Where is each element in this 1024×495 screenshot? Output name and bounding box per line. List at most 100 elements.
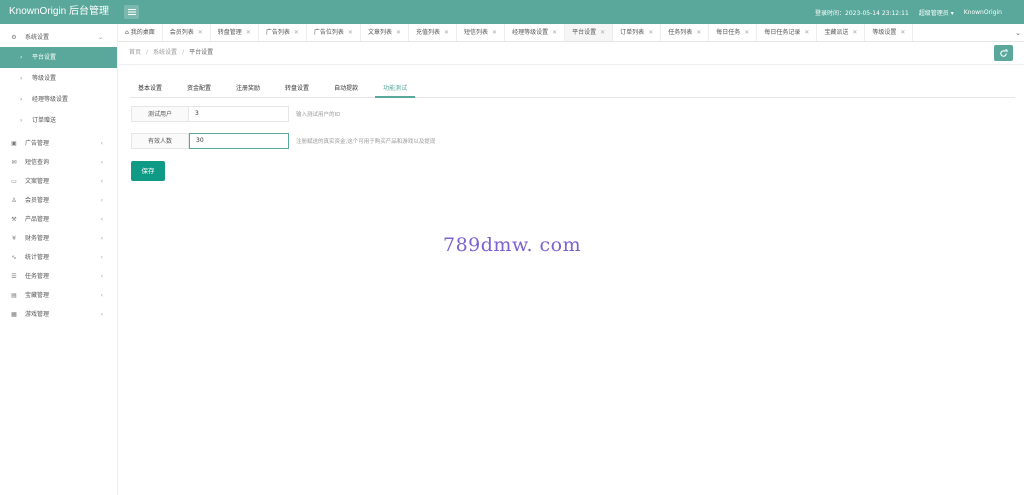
- sidebar-item-sms[interactable]: ✉ 短信查询 ‹: [0, 153, 117, 172]
- tab-item[interactable]: 等级设置 ✕: [865, 24, 914, 41]
- breadcrumb-home[interactable]: 首页: [129, 49, 141, 56]
- tab-basic[interactable]: 基本设置: [130, 79, 170, 98]
- tab-item[interactable]: 宝藏派送 ✕: [817, 24, 866, 41]
- close-icon[interactable]: ✕: [246, 29, 251, 36]
- tab-item[interactable]: 每日任务记录 ✕: [757, 24, 818, 41]
- close-icon[interactable]: ✕: [696, 29, 701, 36]
- tab-label: 任务列表: [668, 29, 693, 36]
- tab-label: 宝藏派送: [824, 29, 849, 36]
- close-icon[interactable]: ✕: [852, 29, 857, 36]
- tab-bar: ⌂ 我的桌面 会员列表 ✕ 转盘管理 ✕ 广告列表 ✕ 广告位列表 ✕ 文章列表 ✕ 充值…: [118, 24, 1024, 42]
- sidebar-item-members[interactable]: ♙ 会员管理 ‹: [0, 191, 117, 210]
- chevron-left-icon: ‹: [100, 254, 103, 261]
- sidebar-item-tasks[interactable]: ☰ 任务管理 ‹: [0, 267, 117, 286]
- tab-register-reward[interactable]: 注册奖励: [228, 79, 268, 98]
- close-icon[interactable]: ✕: [744, 29, 749, 36]
- valid-count-label: 有效人数: [131, 133, 189, 149]
- chevron-left-icon: ‹: [100, 216, 103, 223]
- tab-label: 每日任务记录: [764, 29, 801, 36]
- sidebar-subitem-label: 等级设置: [32, 75, 57, 82]
- close-icon[interactable]: ✕: [294, 29, 299, 36]
- sidebar-item-stats[interactable]: ∿ 统计管理 ‹: [0, 248, 117, 267]
- tab-item[interactable]: 经理等级设置 ✕: [505, 24, 566, 41]
- sidebar-subitem-label: 订单赠送: [32, 117, 57, 124]
- tab-item[interactable]: 会员列表 ✕: [163, 24, 211, 41]
- tab-label: 平台设置: [572, 29, 597, 36]
- sidebar-item-games[interactable]: ▦ 游戏管理 ‹: [0, 305, 117, 324]
- close-icon[interactable]: ✕: [648, 29, 653, 36]
- tab-item[interactable]: 转盘管理 ✕: [211, 24, 259, 41]
- sidebar-item-label: 广告管理: [25, 140, 50, 147]
- sidebar-item-products[interactable]: ⚒ 产品管理 ‹: [0, 210, 117, 229]
- chevron-down-icon: ⌄: [97, 34, 103, 41]
- menu-toggle-button[interactable]: [124, 5, 139, 19]
- chevron-left-icon: ‹: [100, 197, 103, 204]
- tab-item[interactable]: 充值列表 ✕: [409, 24, 458, 41]
- chevron-left-icon: ‹: [100, 159, 103, 166]
- close-icon[interactable]: ✕: [900, 29, 905, 36]
- tab-item[interactable]: 订单列表 ✕: [613, 24, 662, 41]
- image-icon: ▣: [11, 140, 17, 147]
- chest-icon: ▤: [11, 292, 17, 299]
- tab-item[interactable]: 文章列表 ✕: [361, 24, 409, 41]
- tab-desktop[interactable]: ⌂ 我的桌面: [118, 24, 163, 41]
- sidebar-item-treasure[interactable]: ▤ 宝藏管理 ‹: [0, 286, 117, 305]
- chevron-left-icon: ‹: [100, 273, 103, 280]
- tab-label: 经理等级设置: [512, 29, 549, 36]
- tab-item[interactable]: 短信列表 ✕: [457, 24, 506, 41]
- chevron-left-icon: ‹: [100, 235, 103, 242]
- tab-more-chevron-down-icon[interactable]: ⌄: [1012, 24, 1024, 41]
- user-menu[interactable]: 超级管理员 ▾: [919, 8, 954, 17]
- chevron-right-icon: ›: [20, 117, 23, 124]
- sidebar-subitem-manager-level[interactable]: › 经理等级设置: [0, 89, 117, 110]
- tab-auto-withdraw[interactable]: 自动提款: [326, 79, 366, 98]
- tab-label: 短信列表: [464, 29, 489, 36]
- sidebar-item-label: 游戏管理: [25, 311, 50, 318]
- sidebar-subitem-level[interactable]: › 等级设置: [0, 68, 117, 89]
- tab-wheel[interactable]: 转盘设置: [277, 79, 317, 98]
- close-icon[interactable]: ✕: [552, 29, 557, 36]
- home-icon: ⌂: [125, 29, 129, 36]
- tab-item[interactable]: 广告列表 ✕: [259, 24, 307, 41]
- tab-label: 充值列表: [415, 29, 440, 36]
- valid-count-input[interactable]: 30: [189, 133, 289, 149]
- tab-platform-settings[interactable]: 平台设置 ✕: [565, 24, 614, 41]
- login-time: 登录时间：2023-05-14 23:12:11: [815, 9, 909, 17]
- sidebar-item-finance[interactable]: ¥ 财务管理 ‹: [0, 229, 117, 248]
- tab-funds[interactable]: 资金配置: [179, 79, 219, 98]
- close-icon[interactable]: ✕: [198, 29, 203, 36]
- sidebar-group-system[interactable]: ⚙ 系统设置 ⌄: [0, 28, 117, 47]
- close-icon[interactable]: ✕: [396, 29, 401, 36]
- sidebar-item-ads[interactable]: ▣ 广告管理 ‹: [0, 134, 117, 153]
- yen-icon: ¥: [12, 235, 16, 242]
- tab-item[interactable]: 广告位列表 ✕: [307, 24, 361, 41]
- close-icon[interactable]: ✕: [444, 29, 449, 36]
- sidebar-item-label: 短信查询: [25, 159, 50, 166]
- brand-link[interactable]: KnownOrigin: [964, 9, 1002, 16]
- close-icon[interactable]: ✕: [804, 29, 809, 36]
- mail-icon: ✉: [11, 159, 17, 166]
- close-icon[interactable]: ✕: [348, 29, 353, 36]
- refresh-button[interactable]: [994, 45, 1013, 61]
- tab-item[interactable]: 每日任务 ✕: [709, 24, 758, 41]
- test-user-input[interactable]: 3: [189, 106, 289, 122]
- sliders-icon: ☰: [11, 273, 17, 280]
- tab-item[interactable]: 任务列表 ✕: [661, 24, 710, 41]
- sidebar-item-label: 会员管理: [25, 197, 50, 204]
- save-button[interactable]: 保存: [131, 161, 165, 181]
- tab-label: 文章列表: [367, 29, 392, 36]
- sidebar-subitem-platform[interactable]: › 平台设置: [0, 47, 117, 68]
- breadcrumb-section[interactable]: 系统设置: [153, 49, 177, 56]
- user-icon: ♙: [11, 197, 17, 204]
- tab-label: 转盘管理: [217, 29, 242, 36]
- tab-function-test[interactable]: 功能测试: [375, 79, 416, 98]
- sidebar-item-label: 统计管理: [25, 254, 50, 261]
- caret-down-icon: ▾: [950, 9, 954, 17]
- sidebar-item-articles[interactable]: ▭ 文案管理 ‹: [0, 172, 117, 191]
- sidebar-subitem-order-gift[interactable]: › 订单赠送: [0, 110, 117, 131]
- tab-label: 等级设置: [872, 29, 897, 36]
- close-icon[interactable]: ✕: [600, 29, 605, 36]
- sidebar-group-label: 系统设置: [25, 34, 50, 41]
- pulse-icon: ∿: [11, 254, 17, 261]
- close-icon[interactable]: ✕: [492, 29, 497, 36]
